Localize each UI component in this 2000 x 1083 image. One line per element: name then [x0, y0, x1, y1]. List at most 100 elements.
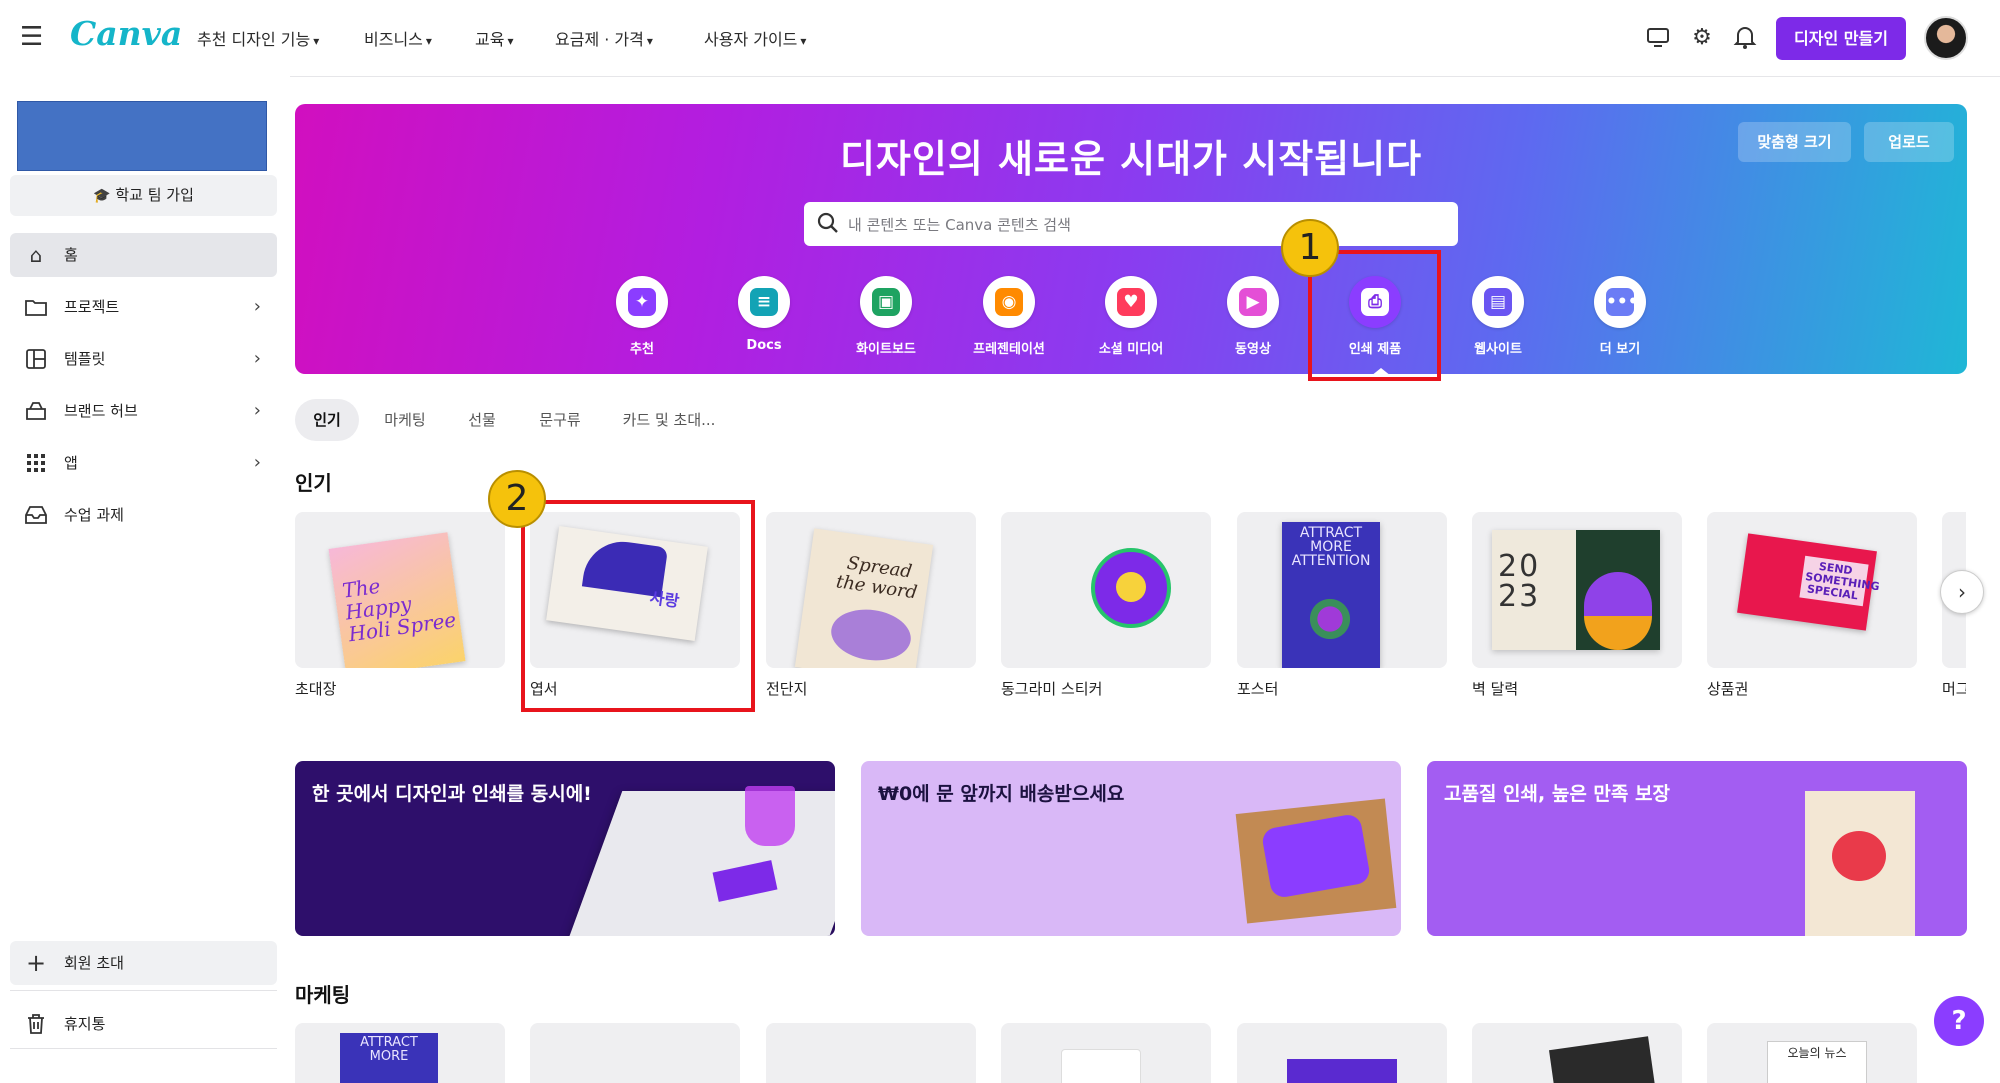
brand-icon	[24, 389, 48, 436]
template-card-gift-certificate[interactable]: SEND SOMETHING SPECIAL 상품권	[1707, 512, 1917, 699]
menu-icon[interactable]: ☰	[20, 24, 46, 50]
video-icon: ▶	[1239, 288, 1267, 316]
chevron-down-icon: ▾	[646, 34, 653, 48]
template-card[interactable]	[766, 1023, 976, 1083]
divider	[10, 990, 277, 991]
hero-title: 디자인의 새로운 시대가 시작됩니다	[839, 137, 1423, 181]
sparkle-icon: ✦	[628, 288, 656, 316]
sidebar-item-assignments[interactable]: 수업 과제	[10, 493, 277, 537]
desktop-app-icon[interactable]	[1644, 24, 1672, 52]
join-school-team-button[interactable]: 🎓 학교 팀 가입	[10, 175, 277, 216]
template-card[interactable]: ATTRACT MORE	[295, 1023, 505, 1083]
category-video[interactable]: ▶ 동영상	[1203, 276, 1303, 357]
template-card-wall-calendar[interactable]: 20 23 벽 달력	[1472, 512, 1682, 699]
annotation-badge-1: 1	[1281, 219, 1339, 277]
more-icon: •••	[1606, 288, 1639, 316]
avatar[interactable]	[1924, 16, 1968, 60]
chevron-down-icon: ▾	[507, 34, 514, 48]
graduation-cap-icon: 🎓	[93, 188, 111, 204]
presentation-icon: ◉	[995, 288, 1023, 316]
thumbnail	[1001, 512, 1211, 668]
upload-button[interactable]: 업로드	[1864, 122, 1954, 162]
nav-user-guide[interactable]: 사용자 가이드 ▾	[704, 26, 806, 50]
chevron-down-icon: ▾	[425, 34, 432, 48]
template-card-invitation[interactable]: The Happy Holi Spree 초대장	[295, 512, 505, 699]
home-icon: ⌂	[29, 243, 43, 267]
nav-featured[interactable]: 추천 디자인 기능 ▾	[197, 26, 319, 50]
docs-icon: ≡	[750, 288, 778, 316]
chevron-down-icon: ▾	[313, 34, 320, 48]
chip-popular[interactable]: 인기	[295, 399, 359, 441]
thumbnail: SEND SOMETHING SPECIAL	[1707, 512, 1917, 668]
search-icon	[817, 212, 838, 233]
sidebar-item-brand-hub[interactable]: 브랜드 허브 ›	[10, 389, 277, 433]
apps-grid-icon	[24, 441, 48, 487]
template-card-poster[interactable]: ATTRACT MORE ATTENTION 포스터	[1237, 512, 1447, 699]
category-more[interactable]: ••• 더 보기	[1570, 276, 1670, 357]
chevron-right-icon: ›	[253, 296, 261, 317]
inbox-icon	[24, 493, 48, 539]
plus-icon: +	[25, 949, 47, 977]
nav-pricing[interactable]: 요금제 · 가격 ▾	[555, 26, 653, 50]
website-icon: ▤	[1484, 288, 1512, 316]
thumbnail: Spread the word	[766, 512, 976, 668]
help-button[interactable]: ?	[1934, 996, 1984, 1046]
thumbnail: ATTRACT MORE ATTENTION	[1237, 512, 1447, 668]
template-card[interactable]	[1237, 1023, 1447, 1083]
folder-icon	[24, 285, 48, 332]
trash-icon	[24, 1002, 48, 1049]
canva-logo[interactable]: Canva	[70, 14, 182, 53]
promo-banner-free-shipping[interactable]: ₩0에 문 앞까지 배송받으세요	[861, 761, 1401, 936]
custom-size-button[interactable]: 맞춤형 크기	[1738, 122, 1851, 162]
scroll-right-button[interactable]: ›	[1940, 570, 1984, 614]
sidebar: 🎓 학교 팀 가입 ⌂ 홈 프로젝트 › 템플릿 › 브랜드 허브 › 앱 ›	[0, 76, 290, 1065]
search-input[interactable]: 내 콘텐츠 또는 Canva 콘텐츠 검색	[804, 202, 1458, 246]
chevron-right-icon: ›	[253, 400, 261, 421]
sidebar-item-home[interactable]: ⌂ 홈	[10, 233, 277, 277]
category-docs[interactable]: ≡ Docs	[714, 276, 814, 353]
template-card[interactable]	[1472, 1023, 1682, 1083]
chip-marketing[interactable]: 마케팅	[371, 399, 439, 441]
annotation-badge-2: 2	[488, 470, 546, 528]
chip-stationery[interactable]: 문구류	[524, 399, 596, 441]
category-whiteboard[interactable]: ▣ 화이트보드	[836, 276, 936, 357]
chevron-right-icon: ›	[253, 452, 261, 473]
sidebar-item-templates[interactable]: 템플릿 ›	[10, 337, 277, 381]
thumbnail: The Happy Holi Spree	[295, 512, 505, 668]
thumbnail: 20 23	[1472, 512, 1682, 668]
promo-banner-design-print[interactable]: 한 곳에서 디자인과 인쇄를 동시에!	[295, 761, 835, 936]
chip-gifts[interactable]: 선물	[452, 399, 512, 441]
template-card[interactable]	[1001, 1023, 1211, 1083]
template-card[interactable]	[530, 1023, 740, 1083]
divider	[10, 1048, 277, 1049]
chip-cards-invites[interactable]: 카드 및 초대...	[608, 399, 730, 441]
create-design-button[interactable]: 디자인 만들기	[1776, 17, 1906, 60]
template-icon	[24, 337, 48, 384]
bell-icon[interactable]	[1731, 24, 1759, 52]
sidebar-item-apps[interactable]: 앱 ›	[10, 441, 277, 485]
annotation-box-2	[521, 500, 755, 712]
heart-icon: ♥	[1117, 288, 1145, 316]
chevron-down-icon: ▾	[800, 34, 807, 48]
template-card-circle-sticker[interactable]: 동그라미 스티커	[1001, 512, 1211, 699]
whiteboard-icon: ▣	[872, 288, 900, 316]
team-banner[interactable]	[17, 101, 267, 171]
category-recommended[interactable]: ✦ 추천	[592, 276, 692, 357]
category-presentation[interactable]: ◉ 프레젠테이션	[959, 276, 1059, 357]
template-card-flyer[interactable]: Spread the word 전단지	[766, 512, 976, 699]
category-social-media[interactable]: ♥ 소셜 미디어	[1081, 276, 1181, 357]
promo-banner-quality-print[interactable]: 고품질 인쇄, 높은 만족 보장	[1427, 761, 1967, 936]
nav-education[interactable]: 교육 ▾	[475, 26, 513, 50]
search-placeholder: 내 콘텐츠 또는 Canva 콘텐츠 검색	[848, 216, 1071, 234]
nav-business[interactable]: 비즈니스 ▾	[364, 26, 432, 50]
hero-banner: 디자인의 새로운 시대가 시작됩니다 맞춤형 크기 업로드 내 콘텐츠 또는 C…	[295, 104, 1967, 376]
category-website[interactable]: ▤ 웹사이트	[1448, 276, 1548, 357]
gear-icon[interactable]: ⚙	[1688, 24, 1716, 52]
invite-members-button[interactable]: + 회원 초대	[10, 941, 277, 985]
sidebar-item-projects[interactable]: 프로젝트 ›	[10, 285, 277, 329]
template-card[interactable]: 오늘의 뉴스	[1707, 1023, 1917, 1083]
chevron-right-icon: ›	[253, 348, 261, 369]
chevron-right-icon: ›	[1958, 580, 1966, 604]
sidebar-item-trash[interactable]: 휴지통	[10, 1002, 277, 1046]
section-title-marketing: 마케팅	[295, 983, 351, 1007]
